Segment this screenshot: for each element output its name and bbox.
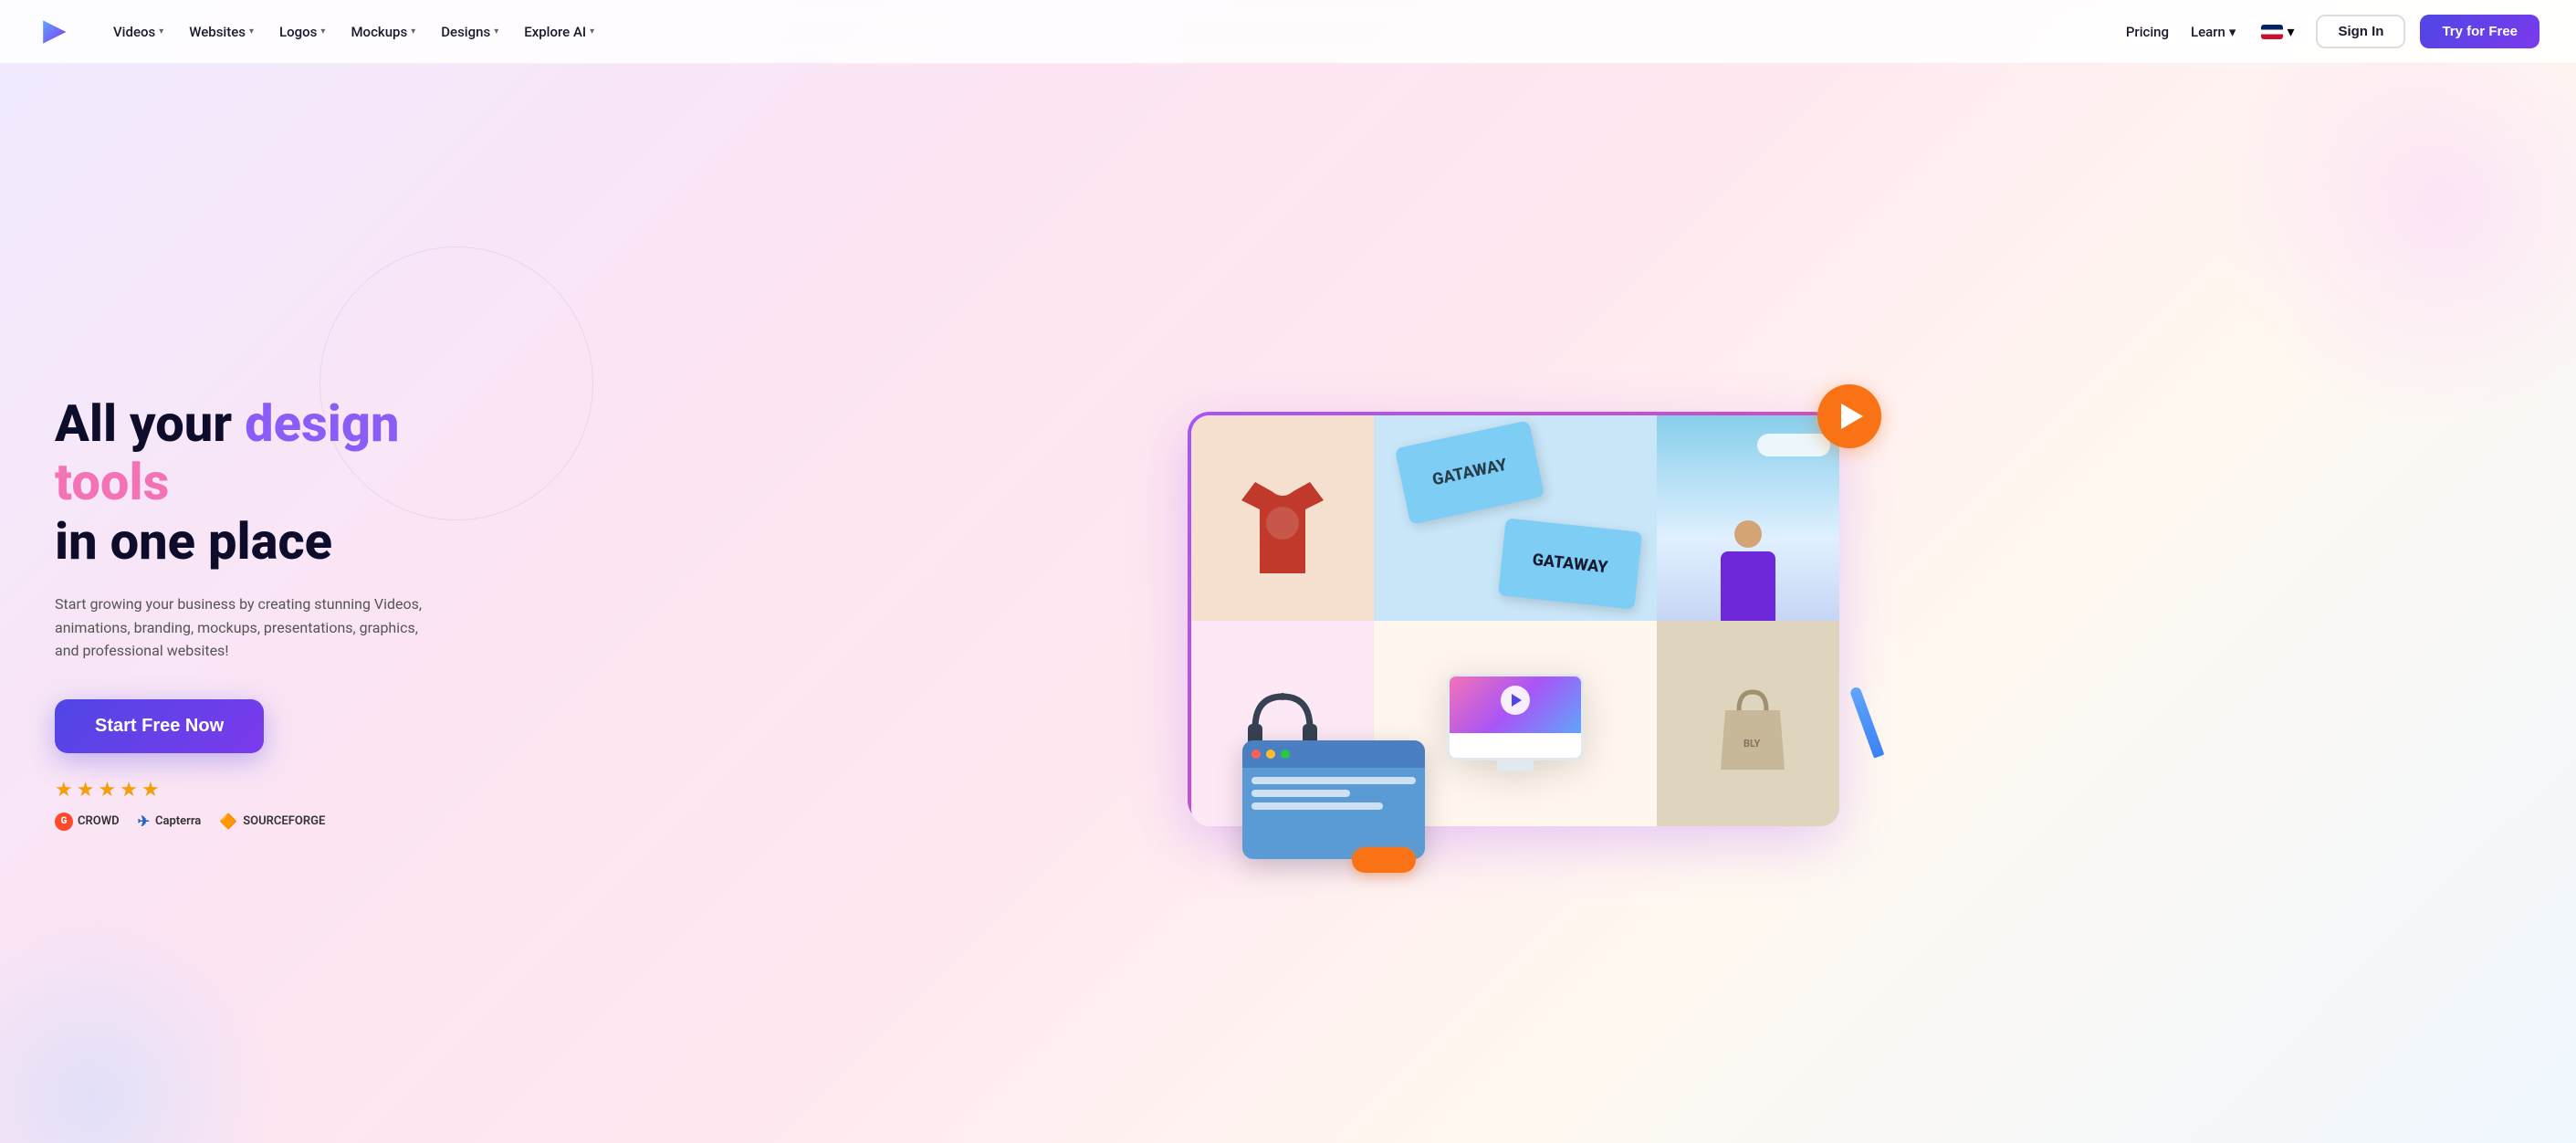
language-selector[interactable]: ▾	[2254, 17, 2301, 46]
try-free-button[interactable]: Try for Free	[2420, 15, 2539, 48]
browser-dot-yellow	[1266, 750, 1275, 759]
monitor-shape	[1447, 674, 1584, 774]
browser-dot-red	[1251, 750, 1261, 759]
person-silhouette	[1716, 520, 1780, 621]
nav-items: Videos ▾ Websites ▾ Logos ▾ Mockups ▾ De…	[102, 16, 2122, 47]
review-badges: G CROWD ✈ Capterra 🔶 SOURCEFORGE	[55, 813, 511, 831]
hero-subtitle: Start growing your business by creating …	[55, 592, 438, 663]
hero-title: All your design tools in one place	[55, 394, 511, 571]
browser-line-2	[1251, 790, 1350, 797]
nav-right: Pricing Learn ▾ ▾ Sign In Try for Free	[2122, 15, 2539, 48]
capterra-label: Capterra	[155, 814, 201, 828]
sign-in-button[interactable]: Sign In	[2316, 15, 2405, 48]
play-overlay[interactable]	[1501, 686, 1530, 715]
chevron-down-icon: ▾	[2229, 24, 2236, 40]
tshirt-shape	[1228, 455, 1337, 582]
nav-item-logos[interactable]: Logos ▾	[268, 16, 336, 47]
browser-line-3	[1251, 802, 1383, 810]
nav-item-designs[interactable]: Designs ▾	[430, 16, 509, 47]
decorative-play-button[interactable]	[1817, 384, 1881, 448]
play-icon	[1841, 404, 1863, 429]
bg-decoration-2	[0, 915, 274, 1143]
tshirt-cell	[1191, 415, 1374, 621]
g2-badge[interactable]: G CROWD	[55, 813, 120, 831]
star-5: ★	[141, 779, 160, 802]
hero-content: All your design tools in one place Start…	[55, 394, 511, 831]
capterra-badge[interactable]: ✈ Capterra	[138, 813, 202, 830]
browser-body	[1242, 768, 1425, 824]
nav-item-mockups[interactable]: Mockups ▾	[340, 16, 426, 47]
logo[interactable]	[37, 16, 69, 48]
bag-cell: BLY	[1657, 621, 1839, 826]
nav-pricing[interactable]: Pricing	[2122, 16, 2173, 47]
star-2: ★	[77, 779, 95, 802]
hero-section: All your design tools in one place Start…	[0, 64, 2576, 1143]
video-cell	[1657, 415, 1839, 621]
star-1: ★	[55, 779, 73, 802]
browser-bar	[1242, 740, 1425, 768]
bag-shape: BLY	[1712, 678, 1785, 770]
chevron-down-icon: ▾	[494, 26, 498, 37]
browser-dot-green	[1281, 750, 1290, 759]
chevron-down-icon: ▾	[249, 26, 254, 37]
sourceforge-badge[interactable]: 🔶 SOURCEFORGE	[219, 813, 325, 830]
play-triangle-icon	[1512, 694, 1522, 707]
cloud-decoration	[1757, 434, 1830, 456]
svg-text:BLY: BLY	[1744, 738, 1761, 750]
sourceforge-icon: 🔶	[219, 813, 237, 830]
browser-line-1	[1251, 777, 1416, 784]
nav-item-websites[interactable]: Websites ▾	[178, 16, 265, 47]
business-cards-cell: GATAWAY GATAWAY	[1374, 415, 1657, 621]
orange-pill-decoration	[1352, 847, 1416, 873]
star-3: ★	[98, 779, 116, 802]
browser-decoration	[1242, 740, 1425, 859]
hero-title-text1: All your	[55, 393, 245, 454]
navbar: Videos ▾ Websites ▾ Logos ▾ Mockups ▾ De…	[0, 0, 2576, 64]
chevron-down-icon: ▾	[590, 26, 594, 37]
monitor-screen	[1447, 674, 1584, 760]
nav-item-explore-ai[interactable]: Explore AI ▾	[513, 16, 605, 47]
video-background	[1657, 415, 1839, 621]
g2-icon: G	[55, 813, 73, 831]
star-4: ★	[120, 779, 138, 802]
monitor-stand	[1497, 760, 1534, 771]
pen-decoration	[1849, 686, 1885, 758]
g2-label: CROWD	[78, 814, 120, 828]
sourceforge-label: SOURCEFORGE	[243, 814, 325, 828]
business-card-2: GATAWAY	[1498, 518, 1642, 609]
hero-title-tools: tools	[55, 452, 169, 512]
hero-title-text2: in one place	[55, 511, 332, 572]
chevron-down-icon: ▾	[159, 26, 163, 37]
hero-preview: GATAWAY GATAWAY	[511, 393, 2521, 832]
preview-container: GATAWAY GATAWAY	[1169, 393, 1863, 832]
start-free-button[interactable]: Start Free Now	[55, 699, 264, 753]
uk-flag-icon	[2261, 25, 2283, 39]
chevron-down-icon: ▾	[320, 26, 325, 37]
hero-title-design: design	[245, 393, 399, 454]
chevron-down-icon: ▾	[411, 26, 415, 37]
capterra-icon: ✈	[138, 813, 150, 830]
star-rating: ★ ★ ★ ★ ★	[55, 779, 511, 802]
bg-decoration-1	[2211, 64, 2576, 429]
nav-item-videos[interactable]: Videos ▾	[102, 16, 174, 47]
business-card-1: GATAWAY	[1395, 420, 1545, 524]
person-body	[1721, 551, 1775, 621]
chevron-down-icon: ▾	[2287, 23, 2294, 40]
nav-learn[interactable]: Learn ▾	[2187, 16, 2239, 47]
person-head	[1734, 520, 1762, 548]
